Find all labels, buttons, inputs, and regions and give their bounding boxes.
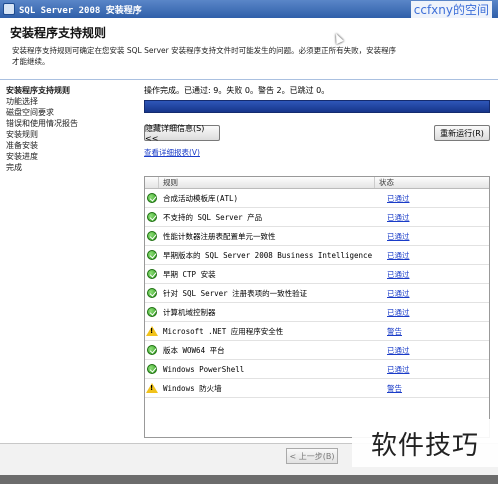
check-icon	[147, 212, 157, 222]
title-bar: SQL Server 2008 安装程序 ccfxny的空间	[0, 0, 498, 18]
status-icon-cell	[145, 231, 159, 241]
step-ready-to-install[interactable]: 准备安装	[6, 140, 140, 151]
rule-status-link[interactable]: 已通过	[375, 364, 489, 375]
rule-name: Windows 防火墙	[163, 383, 222, 393]
rule-status-link[interactable]: 已通过	[375, 231, 489, 242]
status-icon-cell	[145, 383, 159, 393]
check-icon	[147, 231, 157, 241]
table-row[interactable]: 版本 WOW64 平台 已通过	[145, 341, 489, 360]
header-icon-column	[145, 177, 159, 188]
check-icon	[147, 250, 157, 260]
step-complete[interactable]: 完成	[6, 162, 140, 173]
status-icon-cell	[145, 307, 159, 317]
rule-name: Microsoft .NET 应用程序安全性	[163, 326, 284, 336]
step-install-progress[interactable]: 安装进度	[6, 151, 140, 162]
rule-name: 早期 CTP 安装	[163, 269, 216, 279]
status-icon-cell	[145, 345, 159, 355]
hide-details-button[interactable]: 隐藏详细信息(S) <<	[144, 124, 220, 143]
rule-status-link[interactable]: 已通过	[375, 288, 489, 299]
rule-name: 性能计数器注册表配置单元一致性	[163, 231, 276, 241]
step-list: 安装程序支持规则 功能选择 磁盘空间要求 错误和使用情况报告 安装规则 准备安装…	[0, 81, 140, 443]
rules-table: 规则 状态 合成活动模板库(ATL) 已通过 不支持的 SQL Server 产品已…	[144, 176, 490, 438]
rule-name: 版本 WOW64 平台	[163, 345, 225, 355]
watermark: ccfxny的空间	[410, 1, 492, 18]
rule-name: Windows PowerShell	[163, 364, 245, 374]
rule-name: 合成活动模板库(ATL)	[163, 193, 239, 203]
status-icon-cell	[145, 212, 159, 222]
rule-name: 针对 SQL Server 注册表项的一致性验证	[163, 288, 308, 298]
check-icon	[147, 193, 157, 203]
table-row[interactable]: 早期 CTP 安装 已通过	[145, 265, 489, 284]
check-icon	[147, 345, 157, 355]
table-row[interactable]: 计算机域控制器 已通过	[145, 303, 489, 322]
check-icon	[147, 288, 157, 298]
rerun-button[interactable]: 重新运行(R)	[434, 125, 490, 141]
table-row[interactable]: Windows 防火墙 警告	[145, 379, 489, 398]
window-title: SQL Server 2008 安装程序	[19, 5, 142, 16]
status-icon-cell	[145, 288, 159, 298]
check-icon	[147, 307, 157, 317]
check-icon	[147, 364, 157, 374]
rule-status-link[interactable]: 已通过	[375, 269, 489, 280]
header-status[interactable]: 状态	[375, 177, 489, 188]
page-header: 安装程序支持规则 安装程序支持规则可确定在您安装 SQL Server 安装程序…	[0, 18, 498, 80]
table-row[interactable]: 性能计数器注册表配置单元一致性 已通过	[145, 227, 489, 246]
operation-summary: 操作完成。已通过: 9。失败 0。警告 2。已跳过 0。	[144, 86, 330, 95]
progress-fill	[145, 101, 489, 112]
table-row[interactable]: Windows PowerShell 已通过	[145, 360, 489, 379]
rule-status-link[interactable]: 已通过	[375, 193, 489, 204]
main-panel: 操作完成。已通过: 9。失败 0。警告 2。已跳过 0。 隐藏详细信息(S) <…	[140, 81, 492, 443]
step-disk-space[interactable]: 磁盘空间要求	[6, 107, 140, 118]
page-title: 安装程序支持规则	[10, 26, 107, 40]
status-icon-cell	[145, 269, 159, 279]
step-feature-selection[interactable]: 功能选择	[6, 96, 140, 107]
rule-status-link[interactable]: 警告	[375, 326, 489, 337]
table-row[interactable]: Microsoft .NET 应用程序安全性 警告	[145, 322, 489, 341]
rule-name: 不支持的 SQL Server 产品	[163, 212, 263, 222]
step-install-rules[interactable]: 安装规则	[6, 129, 140, 140]
rule-status-link[interactable]: 已通过	[375, 250, 489, 261]
table-row[interactable]: 早期版本的 SQL Server 2008 Business Intellige…	[145, 246, 489, 265]
table-body: 合成活动模板库(ATL) 已通过 不支持的 SQL Server 产品 已通过 性能计数…	[145, 189, 489, 398]
status-icon-cell	[145, 364, 159, 374]
rule-status-link[interactable]: 警告	[375, 383, 489, 394]
table-row[interactable]: 不支持的 SQL Server 产品 已通过	[145, 208, 489, 227]
rule-name: 早期版本的 SQL Server 2008 Business Intellige…	[163, 250, 375, 260]
app-icon	[3, 3, 15, 15]
status-icon-cell	[145, 250, 159, 260]
view-report-link[interactable]: 查看详细报表(V)	[144, 147, 200, 158]
progress-bar	[144, 100, 490, 113]
rule-status-link[interactable]: 已通过	[375, 212, 489, 223]
rule-status-link[interactable]: 已通过	[375, 307, 489, 318]
overlay-caption: 软件技巧	[352, 419, 498, 467]
back-button[interactable]: < 上一步(B)	[286, 448, 338, 464]
bottom-strip	[0, 475, 498, 484]
page-description: 安装程序支持规则可确定在您安装 SQL Server 安装程序支持文件时可能发生…	[12, 46, 397, 66]
table-row[interactable]: 针对 SQL Server 注册表项的一致性验证 已通过	[145, 284, 489, 303]
warning-icon	[146, 383, 158, 393]
rule-name: 计算机域控制器	[163, 307, 216, 317]
header-rule[interactable]: 规则	[159, 177, 375, 188]
rule-status-link[interactable]: 已通过	[375, 345, 489, 356]
step-support-rules[interactable]: 安装程序支持规则	[6, 85, 140, 96]
table-row[interactable]: 合成活动模板库(ATL) 已通过	[145, 189, 489, 208]
status-icon-cell	[145, 326, 159, 336]
table-header: 规则 状态	[145, 177, 489, 189]
warning-icon	[146, 326, 158, 336]
status-icon-cell	[145, 193, 159, 203]
check-icon	[147, 269, 157, 279]
step-error-reporting[interactable]: 错误和使用情况报告	[6, 118, 140, 129]
